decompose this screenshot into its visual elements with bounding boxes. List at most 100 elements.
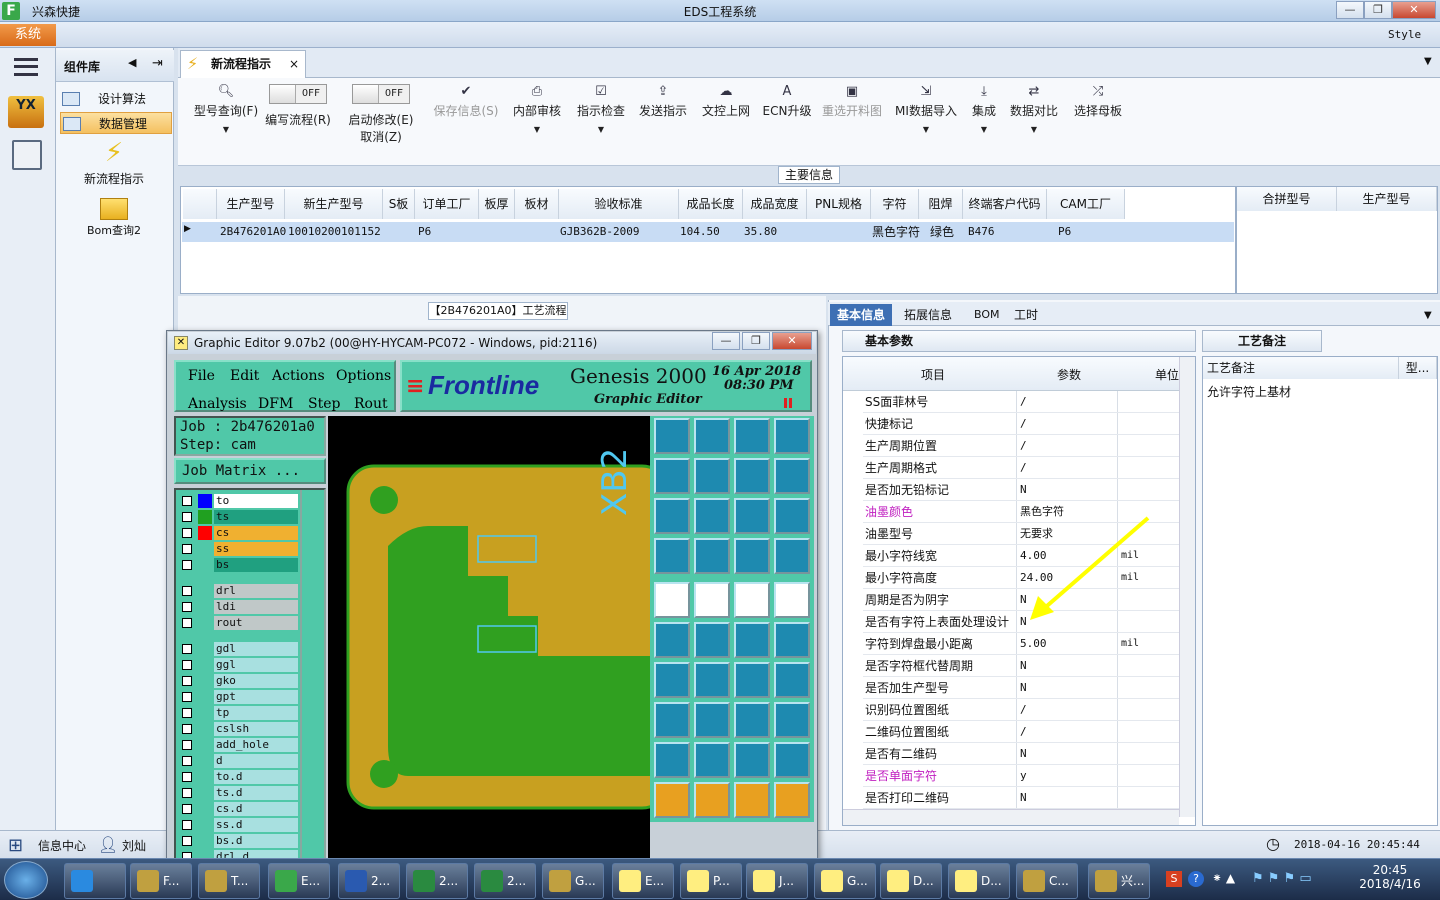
layer-row[interactable]: drl bbox=[180, 584, 300, 599]
layer-name[interactable]: cs bbox=[214, 526, 298, 540]
layer-color-swatch[interactable] bbox=[198, 690, 212, 704]
menu-rout[interactable]: Rout bbox=[354, 396, 388, 412]
layer-color-swatch[interactable] bbox=[198, 738, 212, 752]
pause-icon[interactable] bbox=[784, 398, 792, 408]
layer-row[interactable]: rout bbox=[180, 616, 300, 631]
layer-checkbox[interactable] bbox=[182, 676, 192, 686]
layer-name[interactable]: cs.d bbox=[214, 802, 298, 816]
publish-button[interactable]: ☁ 文控上网 bbox=[698, 84, 754, 119]
resize-icon[interactable] bbox=[734, 702, 770, 738]
fit-icon[interactable] bbox=[654, 498, 690, 534]
send-button[interactable]: ⇪ 发送指示 bbox=[636, 84, 690, 119]
table-row[interactable]: ▶ 2B476201A0 10010200101152 P6 GJB362B-2… bbox=[182, 222, 1234, 242]
chevron-down-icon[interactable]: ▼ bbox=[1424, 56, 1432, 67]
layer-row[interactable]: tp bbox=[180, 706, 300, 721]
menu-edit[interactable]: Edit bbox=[230, 368, 259, 384]
layer-color-swatch[interactable] bbox=[198, 706, 212, 720]
close-icon[interactable]: × bbox=[289, 51, 299, 77]
layer-icon[interactable] bbox=[734, 538, 770, 574]
taskbar-item[interactable]: G... bbox=[542, 863, 604, 899]
layer-color-swatch[interactable] bbox=[198, 658, 212, 672]
launcher-new-flow[interactable]: ⚡ 新流程指示 bbox=[60, 136, 168, 187]
menu-options[interactable]: Options bbox=[336, 368, 391, 384]
layer-row[interactable]: cslsh bbox=[180, 722, 300, 737]
tab-bom[interactable]: BOM bbox=[974, 304, 1000, 326]
sidebar-item-data[interactable]: 数据管理 bbox=[60, 112, 172, 134]
layer-color-swatch[interactable] bbox=[198, 802, 212, 816]
tab-basic-info[interactable]: 基本信息 bbox=[830, 304, 892, 326]
layer-color-swatch[interactable] bbox=[198, 770, 212, 784]
param-value[interactable]: N bbox=[1018, 655, 1118, 676]
column-header[interactable]: 阻焊 bbox=[919, 189, 963, 219]
layer-name[interactable]: d bbox=[214, 754, 298, 768]
param-row[interactable]: 字符到焊盘最小距离 5.00 mil bbox=[863, 633, 1181, 655]
measure-icon[interactable] bbox=[654, 538, 690, 574]
text-icon[interactable] bbox=[774, 742, 810, 778]
model-query-button[interactable]: 🔍︎ 型号查询(F) ▼ bbox=[184, 84, 268, 134]
param-value[interactable]: y bbox=[1018, 765, 1118, 786]
pad-icon[interactable] bbox=[774, 582, 810, 618]
info-center[interactable]: 信息中心 bbox=[38, 837, 86, 854]
layer-color-swatch[interactable] bbox=[198, 616, 212, 630]
layer-checkbox[interactable] bbox=[182, 772, 192, 782]
taskbar-item[interactable]: 2... bbox=[338, 863, 400, 899]
layer-checkbox[interactable] bbox=[182, 804, 192, 814]
layer-name[interactable]: to bbox=[214, 494, 298, 508]
layer-color-swatch[interactable] bbox=[198, 510, 212, 524]
system-tab[interactable]: 系统 bbox=[0, 24, 56, 46]
text-icon[interactable] bbox=[654, 742, 690, 778]
draw-icon[interactable] bbox=[694, 582, 730, 618]
taskbar-item[interactable] bbox=[64, 863, 126, 899]
restore-icon[interactable]: ❐ bbox=[742, 332, 770, 350]
group-icon[interactable] bbox=[774, 702, 810, 738]
layer-color-swatch[interactable] bbox=[198, 558, 212, 572]
layer-name[interactable]: gdl bbox=[214, 642, 298, 656]
layer-name[interactable]: cslsh bbox=[214, 722, 298, 736]
layer-color-swatch[interactable] bbox=[198, 754, 212, 768]
pointer-icon[interactable] bbox=[654, 782, 690, 818]
taskbar-item[interactable]: E... bbox=[612, 863, 674, 899]
redo-view-icon[interactable] bbox=[774, 458, 810, 494]
layer-checkbox[interactable] bbox=[182, 740, 192, 750]
pan-left-icon[interactable] bbox=[654, 458, 690, 494]
scale-icon[interactable] bbox=[734, 498, 770, 534]
select-board-button[interactable]: ⤮ 选择母板 bbox=[1070, 84, 1126, 119]
taskbar-item[interactable]: T... bbox=[198, 863, 260, 899]
window-icon[interactable] bbox=[774, 418, 810, 454]
rotate-icon[interactable] bbox=[734, 662, 770, 698]
move-icon[interactable] bbox=[734, 622, 770, 658]
layer-name[interactable]: gpt bbox=[214, 690, 298, 704]
chevron-down-icon[interactable]: ▼ bbox=[1424, 310, 1432, 321]
layer-checkbox[interactable] bbox=[182, 586, 192, 596]
param-value[interactable]: / bbox=[1018, 457, 1118, 478]
param-row[interactable]: 生产周期格式 / bbox=[863, 457, 1181, 479]
layer-checkbox[interactable] bbox=[182, 820, 192, 830]
taskbar-item[interactable]: J... bbox=[746, 863, 808, 899]
layer-scrollbar[interactable] bbox=[300, 490, 322, 858]
start-edit-toggle[interactable]: OFF 启动修改(E) 取消(Z) bbox=[344, 84, 418, 145]
param-row[interactable]: 是否加生产型号 N bbox=[863, 677, 1181, 699]
layer-row[interactable]: ts bbox=[180, 510, 300, 525]
check-button[interactable]: ☑ 指示检查 ▼ bbox=[574, 84, 628, 134]
layer-name[interactable]: ts bbox=[214, 510, 298, 524]
column-header[interactable]: 型... bbox=[1399, 357, 1437, 379]
zoom-fit-icon[interactable] bbox=[694, 498, 730, 534]
tab-extended-info[interactable]: 拓展信息 bbox=[904, 304, 952, 326]
layer-name[interactable]: bs bbox=[214, 558, 298, 572]
param-value[interactable]: / bbox=[1018, 699, 1118, 720]
column-header[interactable]: 板材 bbox=[515, 189, 559, 219]
param-row[interactable]: 二维码位置图纸 / bbox=[863, 721, 1181, 743]
menu-file[interactable]: File bbox=[188, 368, 215, 384]
ecn-upgrade-button[interactable]: A ECN升级 bbox=[760, 84, 814, 119]
layer-color-swatch[interactable] bbox=[198, 722, 212, 736]
close-icon[interactable]: ✕ bbox=[1392, 1, 1436, 19]
help-icon[interactable] bbox=[774, 498, 810, 534]
mi-import-button[interactable]: ⇲ MI数据导入 ▼ bbox=[894, 84, 958, 134]
param-value[interactable]: / bbox=[1018, 413, 1118, 434]
layer-row[interactable]: gpt bbox=[180, 690, 300, 705]
param-value[interactable]: / bbox=[1018, 435, 1118, 456]
layer-row[interactable]: bs bbox=[180, 558, 300, 573]
layer-checkbox[interactable] bbox=[182, 496, 192, 506]
layer-color-swatch[interactable] bbox=[198, 818, 212, 832]
layer-name[interactable]: ss bbox=[214, 542, 298, 556]
